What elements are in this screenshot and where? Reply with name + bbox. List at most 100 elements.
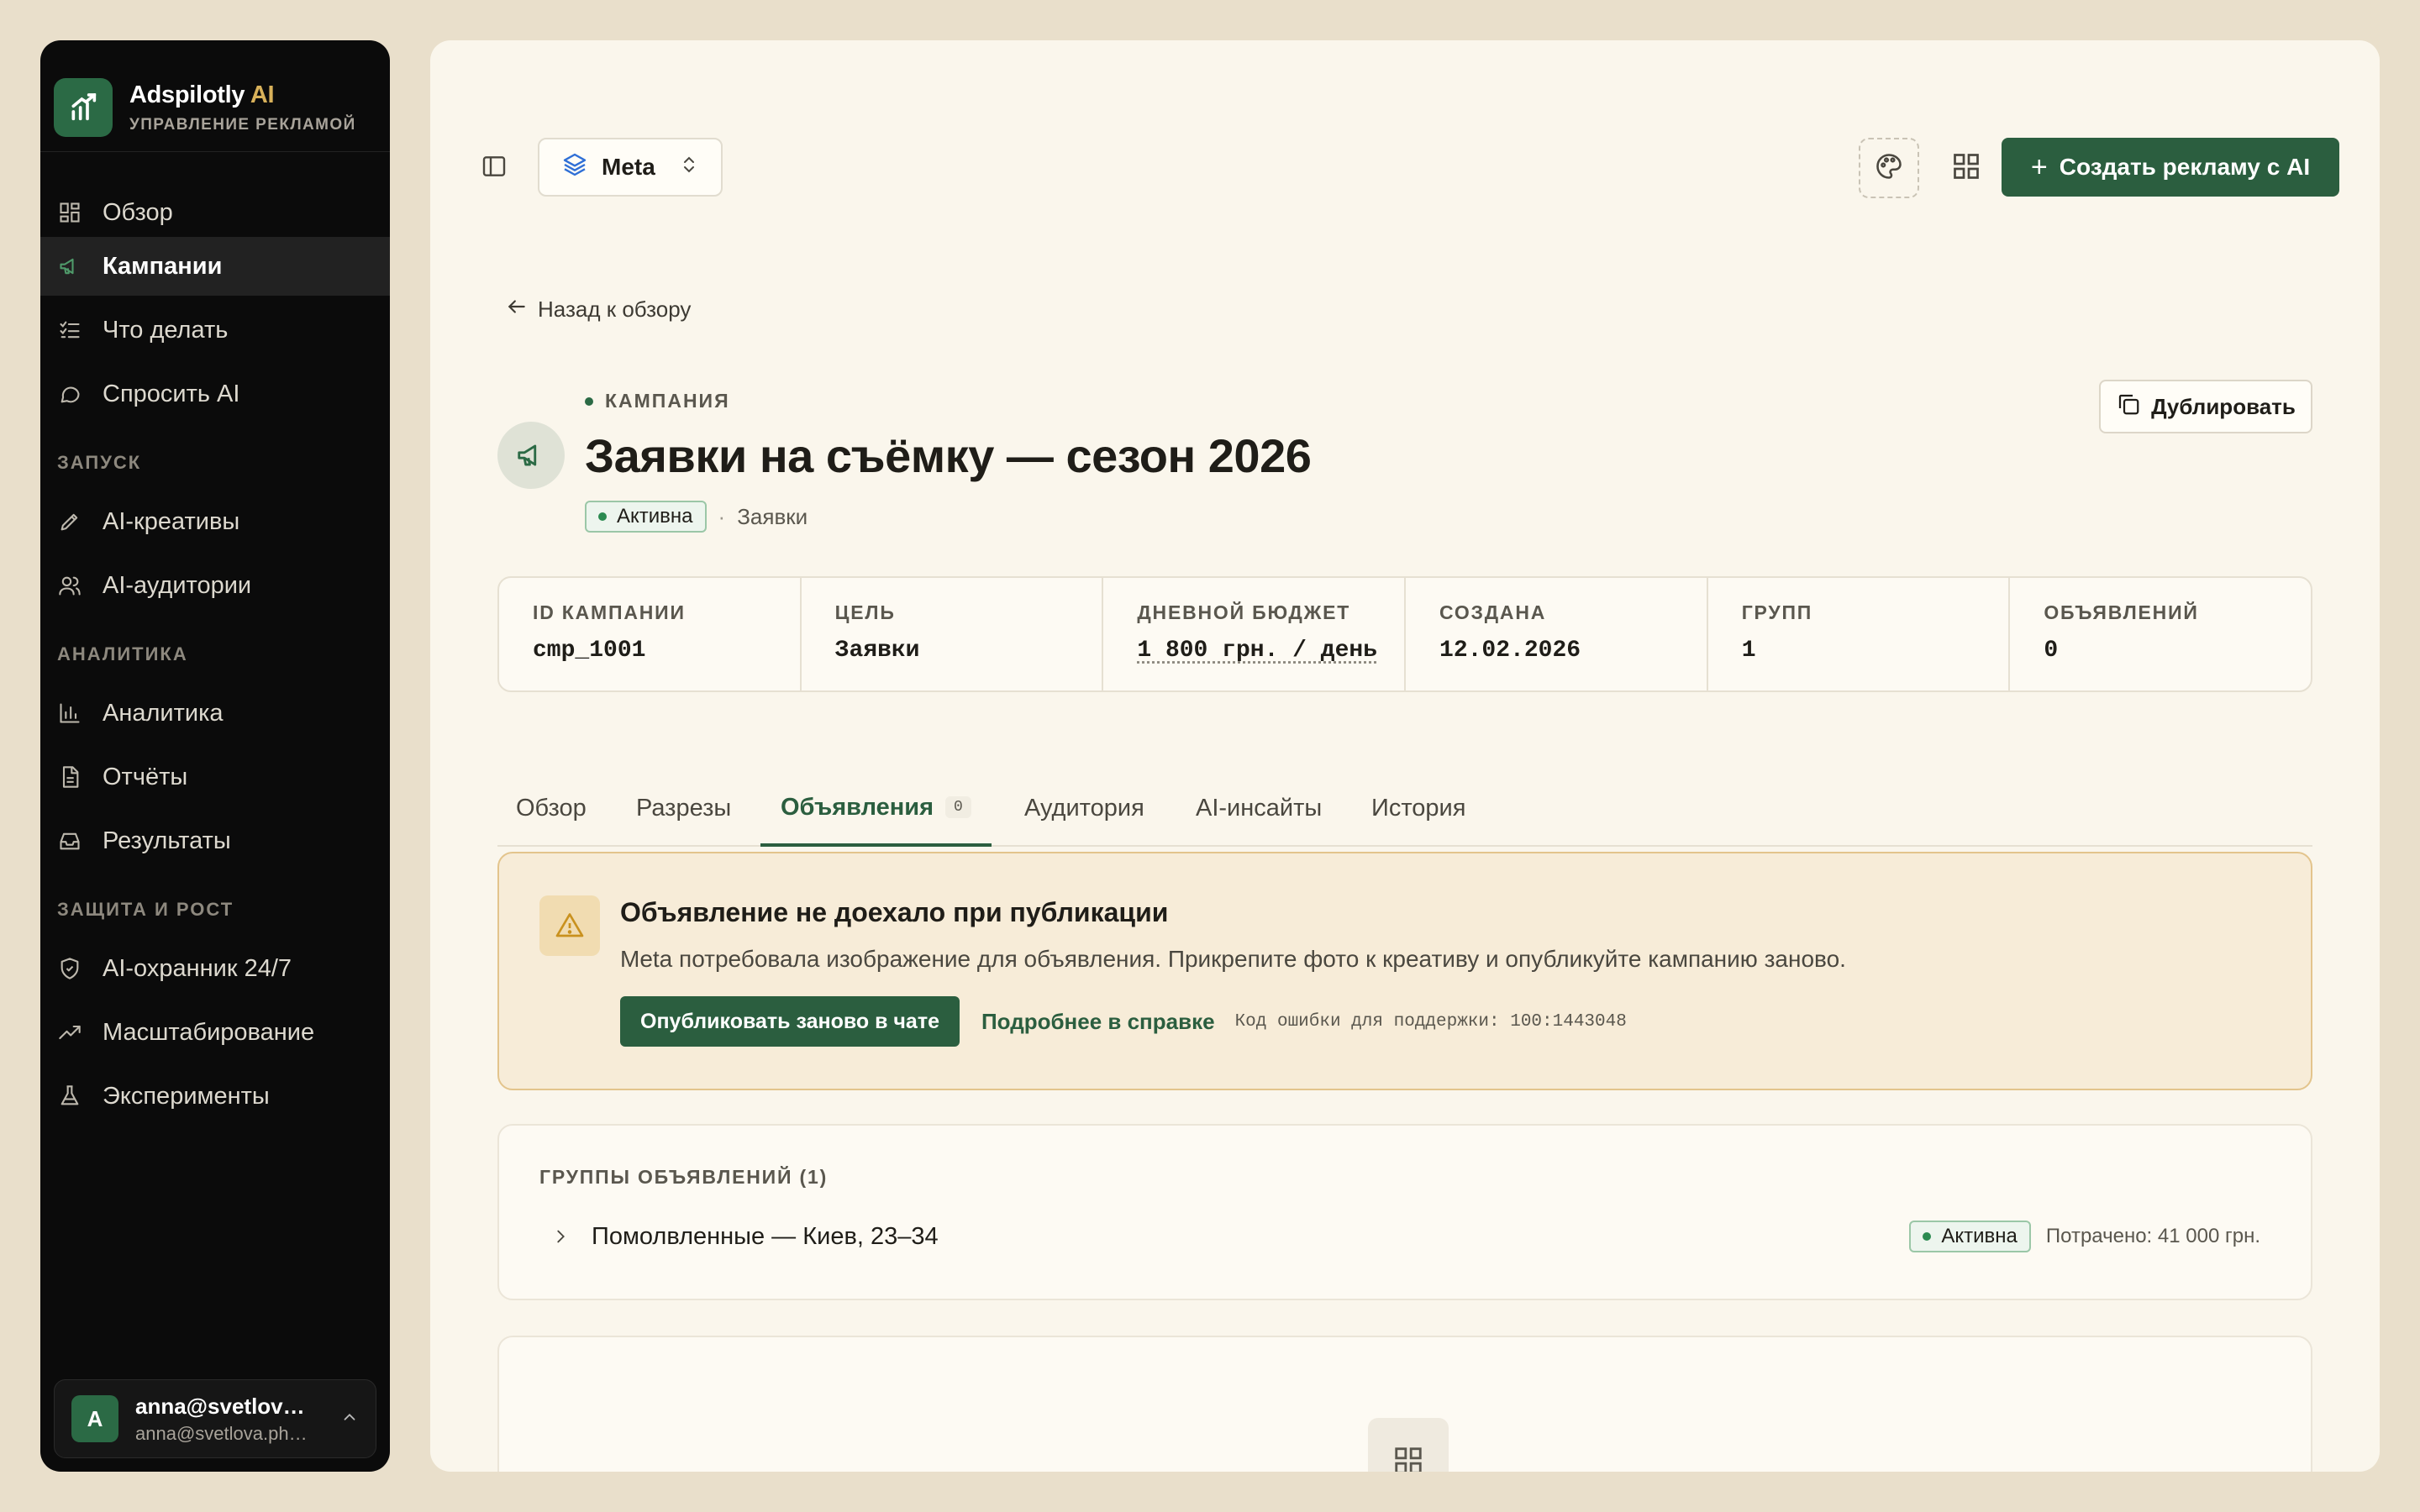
stat-label: ГРУПП <box>1741 601 1813 623</box>
back-to-overview-link[interactable]: Назад к обзору <box>506 296 691 323</box>
grid-icon <box>1368 1418 1449 1472</box>
nav-section-launch: ЗАПУСК <box>57 452 142 473</box>
stat-value: 12.02.2026 <box>1439 638 1581 664</box>
sidebar-item-label: Спросить AI <box>103 380 240 407</box>
alert-actions: Опубликовать заново в чате Подробнее в с… <box>620 996 1627 1047</box>
stat-ads: ОБЪЯВЛЕНИЙ 0 <box>2010 578 2311 690</box>
palette-icon <box>1874 151 1904 186</box>
sidebar-item-ai-guard[interactable]: AI-охранник 24/7 <box>40 939 390 998</box>
stat-value: 1 <box>1741 638 1756 664</box>
users-icon <box>57 573 82 598</box>
sidebar-item-campaigns[interactable]: Кампании <box>40 237 390 296</box>
create-ad-ai-button[interactable]: + Создать рекламу с AI <box>2002 138 2339 197</box>
dashboard-icon <box>57 200 82 225</box>
sidebar-item-label: Отчёты <box>103 763 188 790</box>
campaign-tabs: Обзор Разрезы Объявления 0 Аудитория AI-… <box>497 771 2312 847</box>
checklist-icon <box>57 318 82 343</box>
stat-value[interactable]: 1 800 грн. / день <box>1137 638 1404 664</box>
tab-count-badge: 0 <box>945 796 971 818</box>
stat-campaign-id: ID КАМПАНИИ cmp_1001 <box>499 578 802 690</box>
stat-value: Заявки <box>834 638 920 664</box>
ads-empty-state <box>497 1336 2312 1472</box>
sidebar: Adspilotly AI УПРАВЛЕНИЕ РЕКЛАМОЙ Обзор … <box>40 40 390 1472</box>
sidebar-item-label: Кампании <box>103 252 223 280</box>
nav-section-analytics: АНАЛИТИКА <box>57 643 188 664</box>
platform-select-label: Meta <box>602 154 655 180</box>
sidebar-item-scaling[interactable]: Масштабирование <box>40 1003 390 1062</box>
sidebar-item-results[interactable]: Результаты <box>40 811 390 870</box>
platform-select[interactable]: Meta <box>538 138 723 197</box>
help-link[interactable]: Подробнее в справке <box>981 1009 1215 1035</box>
tab-ai-insights[interactable]: AI-инсайты <box>1196 771 1322 845</box>
chevron-right-icon[interactable] <box>551 1227 573 1246</box>
stat-label: ID КАМПАНИИ <box>533 601 686 623</box>
ad-groups-card: ГРУППЫ ОБЪЯВЛЕНИЙ (1) Помолвленные — Кие… <box>497 1124 2312 1300</box>
ad-group-row[interactable]: Помолвленные — Киев, 23–34 Активна Потра… <box>551 1213 2260 1260</box>
tab-breakdowns[interactable]: Разрезы <box>636 771 731 845</box>
sidebar-item-label: Аналитика <box>103 699 224 727</box>
theme-palette-button[interactable] <box>1859 138 1919 198</box>
stat-value: cmp_1001 <box>533 638 646 664</box>
main-panel: Meta + Создать рекламу с AI Назад к обзо… <box>430 40 2380 1472</box>
sidebar-item-reports[interactable]: Отчёты <box>40 748 390 806</box>
sidebar-item-label: AI-креативы <box>103 507 240 535</box>
error-code: Код ошибки для поддержки: 100:1443048 <box>1234 1011 1627 1032</box>
sidebar-item-ai-audiences[interactable]: AI-аудитории <box>40 556 390 615</box>
stat-label: ОБЪЯВЛЕНИЙ <box>2044 601 2199 623</box>
copy-icon <box>2116 391 2141 423</box>
campaign-kicker: КАМПАНИЯ <box>585 390 730 412</box>
duplicate-button[interactable]: Дублировать <box>2099 380 2312 433</box>
megaphone-icon <box>57 254 82 279</box>
tab-history[interactable]: История <box>1371 771 1465 845</box>
status-dot <box>585 396 593 406</box>
sidebar-item-ask-ai[interactable]: Спросить AI <box>40 365 390 423</box>
campaign-kicker-label: КАМПАНИЯ <box>605 390 730 412</box>
grid-icon <box>1951 151 1981 186</box>
status-badge: Активна <box>585 501 707 533</box>
campaign-megaphone-icon <box>497 422 565 489</box>
divider <box>40 151 390 152</box>
sidebar-toggle-icon[interactable] <box>481 153 511 183</box>
stat-created: СОЗДАНА 12.02.2026 <box>1406 578 1708 690</box>
tab-overview[interactable]: Обзор <box>516 771 587 845</box>
status-badge-label: Активна <box>1941 1225 2018 1247</box>
sidebar-item-overview[interactable]: Обзор <box>40 183 390 242</box>
page-title: Заявки на съёмку — сезон 2026 <box>585 429 1312 482</box>
campaign-status-row: Активна · Заявки <box>585 501 808 533</box>
flask-icon <box>57 1084 82 1109</box>
brand[interactable]: Adspilotly AI УПРАВЛЕНИЕ РЕКЛАМОЙ <box>54 60 376 155</box>
sidebar-item-label: Что делать <box>103 316 229 344</box>
alert-text: Meta потребовала изображение для объявле… <box>620 946 1846 972</box>
chevron-up-icon[interactable] <box>340 1408 359 1431</box>
ad-groups-title: ГРУППЫ ОБЪЯВЛЕНИЙ (1) <box>539 1166 829 1188</box>
trending-up-icon <box>57 1020 82 1045</box>
sidebar-item-label: AI-аудитории <box>103 571 252 599</box>
plus-icon: + <box>2030 150 2048 183</box>
sidebar-item-experiments[interactable]: Эксперименты <box>40 1067 390 1126</box>
user-menu[interactable]: A anna@svetlova.photo anna@svetlova.phot… <box>54 1379 376 1458</box>
sidebar-item-ai-creatives[interactable]: AI-креативы <box>40 492 390 551</box>
sidebar-item-todo[interactable]: Что делать <box>40 301 390 360</box>
tab-ads-label: Объявления <box>781 793 934 821</box>
tab-audience[interactable]: Аудитория <box>1024 771 1144 845</box>
warning-icon <box>539 895 600 956</box>
republish-in-chat-button[interactable]: Опубликовать заново в чате <box>620 996 960 1047</box>
brand-logo-icon <box>54 78 113 137</box>
avatar: A <box>71 1395 118 1442</box>
bar-chart-icon <box>57 701 82 726</box>
objective-tag: Заявки <box>737 503 808 529</box>
sidebar-item-label: Обзор <box>103 198 173 226</box>
ad-group-name[interactable]: Помолвленные — Киев, 23–34 <box>592 1223 939 1251</box>
stat-daily-budget: ДНЕВНОЙ БЮДЖЕТ 1 800 грн. / день <box>1103 578 1407 690</box>
sidebar-item-analytics[interactable]: Аналитика <box>40 684 390 743</box>
nav-section-growth: ЗАЩИТА И РОСТ <box>57 899 234 920</box>
brand-name: Adspilotly AI <box>129 81 275 108</box>
duplicate-label: Дублировать <box>2151 393 2296 419</box>
tab-ads[interactable]: Объявления 0 <box>760 771 992 847</box>
create-ad-ai-label: Создать рекламу с AI <box>2059 154 2311 180</box>
stat-value: 0 <box>2044 638 2059 664</box>
apps-grid-button[interactable] <box>1936 138 1996 198</box>
layers-icon <box>561 151 588 184</box>
chevron-updown-icon <box>679 153 699 182</box>
stat-objective: ЦЕЛЬ Заявки <box>802 578 1104 690</box>
